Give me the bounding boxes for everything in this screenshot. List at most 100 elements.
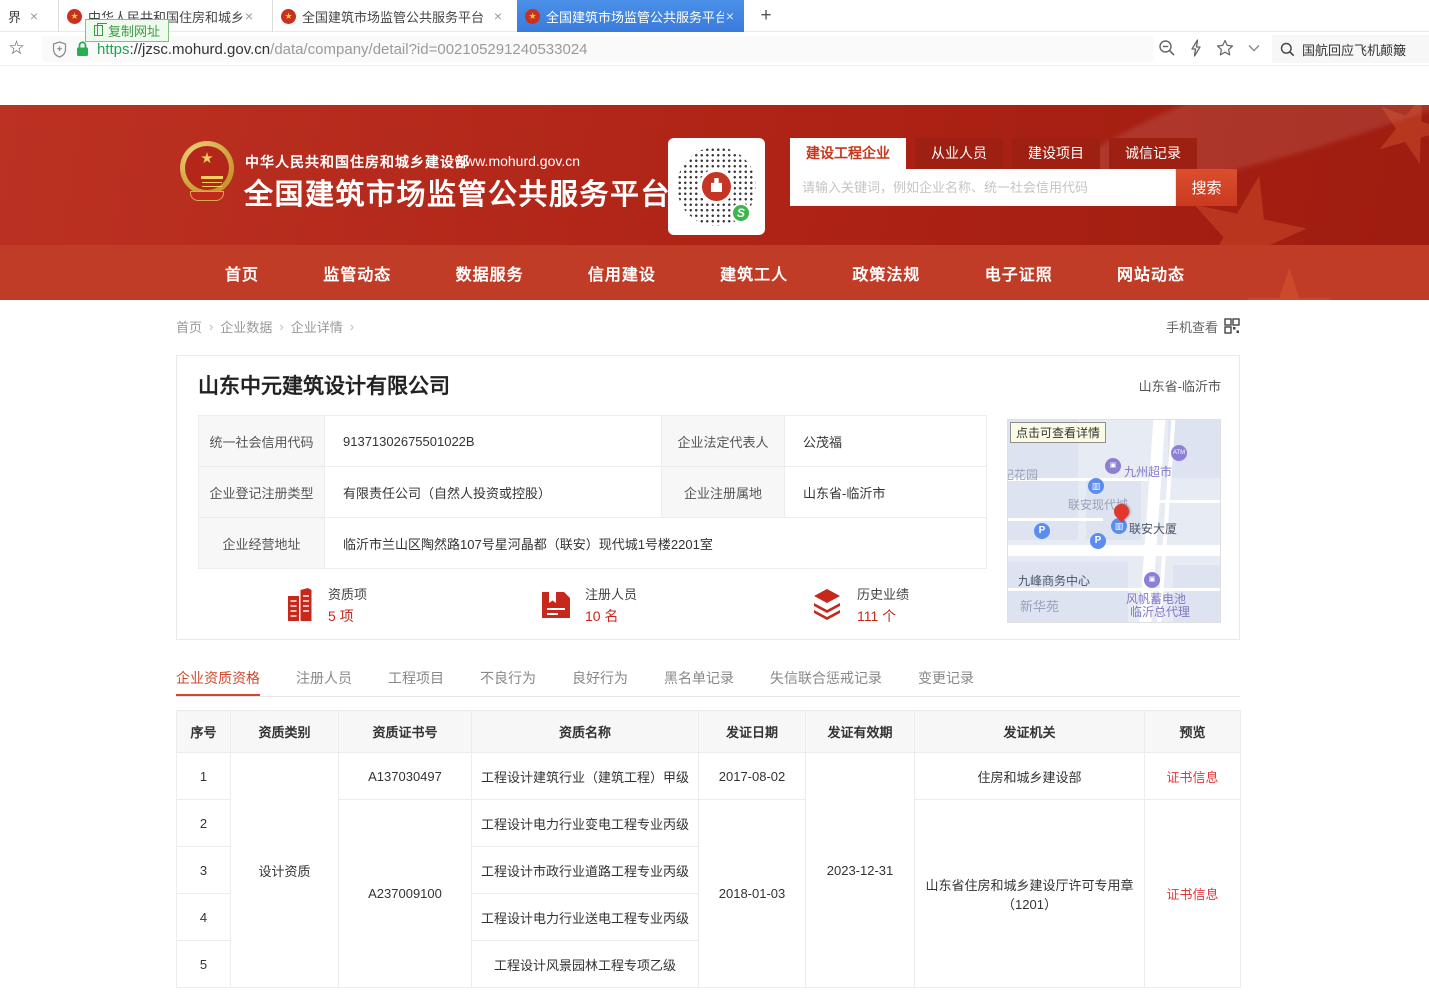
site-favicon-icon: ★ [67, 9, 82, 24]
nav-item-credit[interactable]: 信用建设 [588, 261, 656, 285]
reg-place-value: 山东省-临沂市 [785, 467, 987, 518]
map-road [1008, 545, 1221, 556]
keyword-search-input[interactable] [790, 169, 1175, 206]
search-button[interactable]: 搜索 [1175, 169, 1237, 206]
favorite-star-icon[interactable] [1216, 39, 1234, 57]
new-tab-button[interactable]: + [752, 2, 780, 30]
tab-close-icon[interactable]: × [243, 8, 255, 24]
address-bar[interactable]: https://jzsc.mohurd.gov.cn/data/company/… [42, 36, 1154, 62]
search-tab-personnel[interactable]: 从业人员 [915, 138, 1003, 169]
search-tab-credit[interactable]: 诚信记录 [1109, 138, 1197, 169]
tab-registered-personnel[interactable]: 注册人员 [296, 663, 352, 696]
nav-item-site-news[interactable]: 网站动态 [1117, 261, 1185, 285]
browser-tab-0[interactable]: 界 × [0, 0, 48, 32]
map-label-supermarket: 九州超市 [1124, 463, 1172, 480]
shield-icon [52, 41, 67, 58]
qr-center-logo [699, 169, 734, 204]
url-scheme: https [97, 41, 130, 58]
nav-item-e-license[interactable]: 电子证照 [985, 261, 1053, 285]
company-region: 山东省-临沂市 [1139, 376, 1221, 395]
layers-icon [810, 589, 844, 621]
browser-tab-active[interactable]: ★ 全国建筑市场监管公共服务平台 × [517, 0, 744, 32]
col-preview: 预览 [1145, 711, 1241, 753]
tab-close-icon[interactable]: × [28, 8, 40, 24]
breadcrumb-home[interactable]: 首页 [176, 317, 202, 336]
browser-tab-bar: 界 × ★ 中华人民共和国住房和城乡建设 × ★ 全国建筑市场监管公共服务平台 … [0, 0, 1429, 32]
bookmark-star-icon[interactable]: ☆ [8, 37, 25, 60]
qualification-table: 序号 资质类别 资质证书号 资质名称 发证日期 发证有效期 发证机关 预览 1 … [176, 710, 1241, 988]
nav-item-workers[interactable]: 建筑工人 [720, 261, 788, 285]
nav-item-supervision[interactable]: 监管动态 [323, 261, 391, 285]
search-icon [1280, 42, 1295, 57]
zoom-out-icon[interactable] [1158, 39, 1176, 57]
tab-close-icon[interactable]: × [492, 8, 504, 24]
cell-name: 工程设计市政行业道路工程专业丙级 [472, 847, 699, 894]
company-name: 山东中元建筑设计有限公司 [198, 370, 450, 400]
stat-qualifications: 资质项 5 项 [285, 584, 367, 626]
cell-name: 工程设计建筑行业（建筑工程）甲级 [472, 753, 699, 800]
detail-tabs: 企业资质资格 注册人员 工程项目 不良行为 良好行为 黑名单记录 失信联合惩戒记… [176, 663, 1240, 697]
header-search-module: 建设工程企业 从业人员 建设项目 诚信记录 搜索 [790, 138, 1237, 206]
cell-cert-no: A237009100 [339, 800, 472, 988]
certificate-info-link[interactable]: 证书信息 [1145, 753, 1241, 800]
tab-projects[interactable]: 工程项目 [388, 663, 444, 696]
certificate-info-link[interactable]: 证书信息 [1145, 800, 1241, 988]
browser-tab-2[interactable]: ★ 全国建筑市场监管公共服务平台 × [272, 0, 512, 32]
site-header: ★ ★ ★ 中华人民共和国住房和城乡建设部 www.mohurd.gov.cn … [0, 105, 1429, 245]
location-map[interactable]: 点击可查看详情 ▣ 九州超市 ATM 纪花园 ▥ 联安现代城 ▥ 联安大厦 P … [1007, 419, 1221, 623]
reg-type-label: 企业登记注册类型 [199, 467, 325, 518]
tab-qualifications[interactable]: 企业资质资格 [176, 663, 260, 696]
breadcrumb-company-data[interactable]: 企业数据 [220, 317, 272, 336]
qr-code: S [668, 138, 765, 235]
stat-label: 注册人员 [585, 584, 637, 603]
search-tab-project[interactable]: 建设项目 [1012, 138, 1100, 169]
map-marker-parking-icon: P [1090, 533, 1106, 549]
authority-line-2: （1201） [915, 894, 1144, 913]
reg-type-value: 有限责任公司（自然人投资或控股） [325, 467, 662, 518]
nav-item-home[interactable]: 首页 [225, 261, 259, 285]
copy-url-label: 复制网址 [108, 21, 160, 40]
tab-dishonesty-records[interactable]: 失信联合惩戒记录 [770, 663, 882, 696]
cell-name: 工程设计电力行业变电工程专业丙级 [472, 800, 699, 847]
copy-url-tooltip[interactable]: 复制网址 [85, 19, 169, 42]
map-marker-supermarket-icon: ▣ [1105, 458, 1121, 474]
stat-value: 111 个 [857, 606, 909, 626]
cell-name: 工程设计风景园林工程专项乙级 [472, 941, 699, 988]
qr-code-icon[interactable] [1224, 318, 1240, 334]
breadcrumb-company-detail[interactable]: 企业详情 [291, 317, 343, 336]
legal-rep-value: 公茂福 [785, 416, 987, 467]
company-stats: 资质项 5 项 注册人员 10 名 [177, 578, 1007, 638]
tab-good-behavior[interactable]: 良好行为 [572, 663, 628, 696]
nav-item-data-service[interactable]: 数据服务 [456, 261, 524, 285]
credit-code-label: 统一社会信用代码 [199, 416, 325, 467]
legal-rep-label: 企业法定代表人 [662, 416, 785, 467]
cell-no: 1 [177, 753, 231, 800]
map-label-garden: 纪花园 [1007, 466, 1038, 483]
reg-place-label: 企业注册属地 [662, 467, 785, 518]
map-marker-parking-icon: P [1034, 523, 1050, 539]
tab-bad-behavior[interactable]: 不良行为 [480, 663, 536, 696]
tab-blacklist[interactable]: 黑名单记录 [664, 663, 734, 696]
stat-value: 5 项 [328, 606, 367, 626]
tab-close-icon[interactable]: × [724, 8, 736, 24]
nav-item-policy[interactable]: 政策法规 [852, 261, 920, 285]
cell-cert-no: A137030497 [339, 753, 472, 800]
cell-category: 设计资质 [231, 753, 339, 988]
breadcrumb: 首页 › 企业数据 › 企业详情 › 手机查看 [176, 315, 1240, 337]
map-marker-battery-icon: ▣ [1144, 572, 1160, 588]
table-row: 1 设计资质 A137030497 工程设计建筑行业（建筑工程）甲级 2017-… [177, 753, 1241, 800]
page-url[interactable]: https://jzsc.mohurd.gov.cn/data/company/… [97, 41, 588, 58]
cell-name: 工程设计电力行业送电工程专业丙级 [472, 894, 699, 941]
mobile-view-label[interactable]: 手机查看 [1166, 317, 1218, 336]
search-tab-enterprise[interactable]: 建设工程企业 [790, 138, 906, 169]
tab-change-records[interactable]: 变更记录 [918, 663, 974, 696]
map-tooltip[interactable]: 点击可查看详情 [1010, 422, 1106, 443]
browser-toolbar: ☆ https://jzsc.mohurd.gov.cn/data/compan… [0, 32, 1429, 66]
tab-title: 界 [8, 7, 28, 26]
map-label-tower: 联安大厦 [1129, 520, 1177, 537]
chevron-down-icon[interactable] [1247, 43, 1261, 53]
table-header-row: 序号 资质类别 资质证书号 资质名称 发证日期 发证有效期 发证机关 预览 [177, 711, 1241, 753]
lightning-icon[interactable] [1189, 39, 1203, 57]
cell-no: 3 [177, 847, 231, 894]
quick-search-box[interactable]: 国航回应飞机颠簸 [1272, 35, 1429, 63]
